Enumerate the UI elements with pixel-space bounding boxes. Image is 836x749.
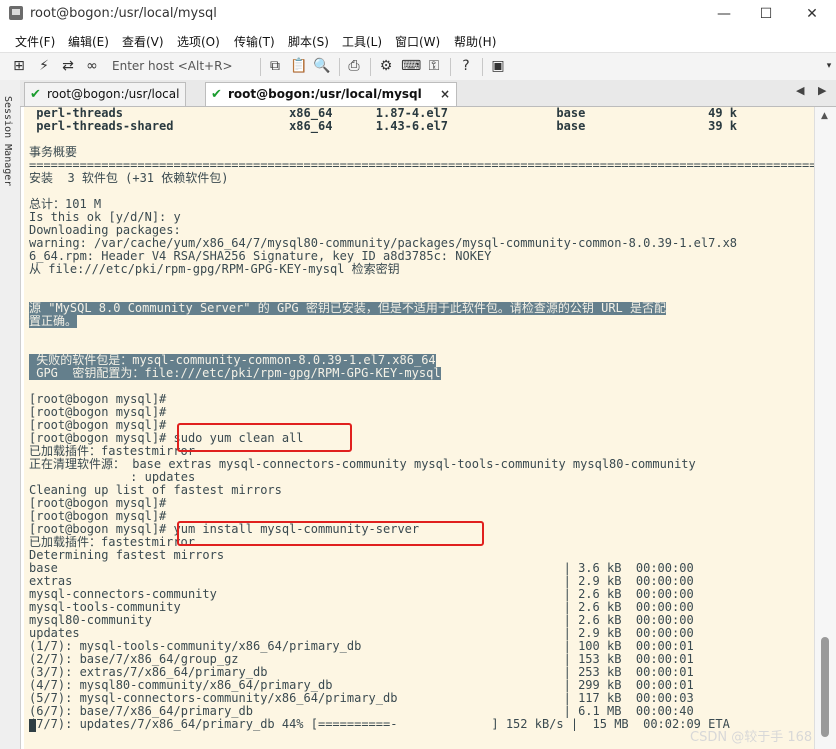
terminal-line: perl-threads-shared x86_64 1.43-6.el7 ba… — [29, 119, 738, 133]
terminal-line: 置正确。 — [29, 314, 78, 328]
menu-tools[interactable]: 工具(L) — [342, 33, 382, 50]
key-icon[interactable]: ⚿ — [425, 57, 443, 75]
gear-icon[interactable]: ⚙ — [377, 57, 395, 75]
watermark: CSDN @较于手 168 — [690, 730, 813, 745]
tab-label: root@bogon:/usr/local — [47, 87, 180, 101]
find-icon[interactable]: 🔍 — [313, 57, 331, 75]
tab-bar: ✔ root@bogon:/usr/local ✔ root@bogon:/us… — [20, 80, 836, 107]
host-input[interactable]: Enter host <Alt+R> — [106, 56, 262, 76]
toolbar-separator — [370, 58, 371, 76]
terminal-line: (7/7): updates/7/x86_64/primary_db 44% [… — [29, 717, 730, 731]
menu-file[interactable]: 文件(F) — [15, 33, 55, 50]
menu-edit[interactable]: 编辑(E) — [68, 33, 109, 50]
terminal-line: 源 "MySQL 8.0 Community Server" 的 GPG 密钥已… — [29, 301, 666, 315]
menu-window[interactable]: 窗口(W) — [395, 33, 440, 50]
paste-icon[interactable]: 📋 — [290, 57, 308, 75]
keymap-icon[interactable]: ⌨ — [401, 57, 421, 75]
tab-close-icon[interactable]: × — [440, 87, 450, 101]
toolbar-separator — [450, 58, 451, 76]
terminal-output[interactable]: perl-threads x86_64 1.87-4.el7 base 49 k… — [24, 107, 814, 749]
copy-icon[interactable]: ⧉ — [266, 57, 284, 75]
terminal-line: 安装 3 软件包 (+31 依赖软件包) — [29, 171, 229, 185]
highlight-box-install-command — [177, 521, 484, 546]
title-bar: root@bogon:/usr/local/mysql — ☐ ✕ — [0, 0, 836, 28]
toolbar-separator — [260, 58, 261, 76]
tab-session-local[interactable]: ✔ root@bogon:/usr/local — [24, 82, 187, 106]
menu-script[interactable]: 脚本(S) — [288, 33, 329, 50]
toolbar: ⊞ ⚡ ⇄ ∞ Enter host <Alt+R> ⧉ 📋 🔍 ⎙ ⚙ ⌨ ⚿… — [0, 52, 836, 82]
link-icon[interactable]: ∞ — [83, 57, 101, 75]
close-button[interactable]: ✕ — [792, 2, 832, 26]
app-icon — [9, 6, 23, 20]
scroll-up-icon[interactable]: ▲ — [821, 111, 828, 121]
tab-label: root@bogon:/usr/local/mysql — [228, 87, 422, 101]
scrollbar-thumb[interactable] — [821, 637, 829, 737]
lightning-connect-icon[interactable]: ⚡ — [35, 57, 53, 75]
menu-transfer[interactable]: 传输(T) — [234, 33, 275, 50]
toolbar-separator — [482, 58, 483, 76]
window-title: root@bogon:/usr/local/mysql — [30, 6, 217, 21]
tab-scroll-left-icon[interactable]: ◀ — [796, 84, 804, 97]
maximize-button[interactable]: ☐ — [746, 2, 786, 26]
terminal-cursor — [29, 719, 36, 732]
menu-help[interactable]: 帮助(H) — [454, 33, 496, 50]
connected-check-icon: ✔ — [30, 87, 41, 102]
highlight-box-clean-command — [177, 423, 352, 452]
terminal-line: GPG 密钥配置为：file:///etc/pki/rpm-gpg/RPM-GP… — [29, 366, 441, 380]
menu-view[interactable]: 查看(V) — [122, 33, 164, 50]
reconnect-icon[interactable]: ⇄ — [59, 57, 77, 75]
connected-check-icon: ✔ — [211, 87, 222, 102]
tab-scroll-right-icon[interactable]: ▶ — [818, 84, 826, 97]
session-manager-sidebar[interactable]: Session Manager — [0, 80, 21, 749]
print-icon[interactable]: ⎙ — [345, 57, 363, 75]
toolbar-overflow-icon[interactable]: ▾ — [820, 57, 836, 75]
help-icon[interactable]: ? — [457, 57, 475, 75]
terminal-scrollbar[interactable]: ▲ — [814, 107, 836, 749]
session-manager-label: Session Manager — [2, 96, 13, 187]
tab-session-mysql[interactable]: ✔ root@bogon:/usr/local/mysql × — [205, 82, 458, 106]
terminal-line: 从 file:///etc/pki/rpm-gpg/RPM-GPG-KEY-my… — [29, 262, 400, 276]
session-tree-icon[interactable]: ⊞ — [10, 57, 28, 75]
menu-options[interactable]: 选项(O) — [177, 33, 220, 50]
menu-bar: 文件(F) 编辑(E) 查看(V) 选项(O) 传输(T) 脚本(S) 工具(L… — [0, 28, 836, 52]
minimize-button[interactable]: — — [704, 2, 744, 26]
toolbar-separator — [339, 58, 340, 76]
picture-icon[interactable]: ▣ — [489, 57, 507, 75]
